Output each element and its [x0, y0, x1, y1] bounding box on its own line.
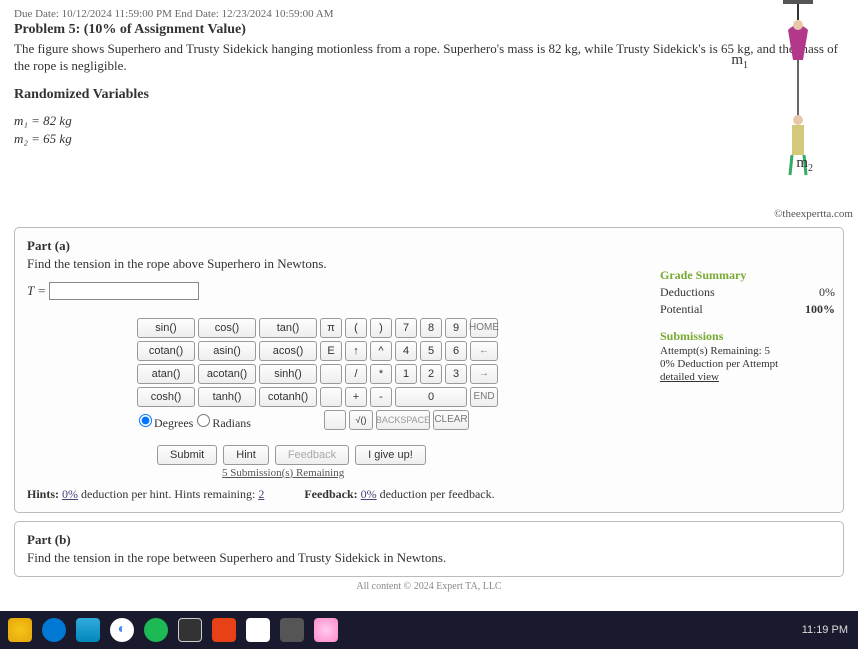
part-a-panel: Part (a) Find the tension in the rope ab…	[14, 227, 844, 513]
hanging-figure-svg	[768, 0, 828, 210]
const-b3[interactable]	[324, 410, 346, 430]
const-lp[interactable]: (	[345, 318, 367, 338]
taskbar-icon-2[interactable]	[42, 618, 66, 642]
fn-tan[interactable]: tan()	[259, 318, 317, 338]
const-rp[interactable]: )	[370, 318, 392, 338]
taskbar-icon-1[interactable]	[8, 618, 32, 642]
figure-diagram: m1 m2 ©theexpertta.com	[728, 0, 848, 220]
op-clear[interactable]: CLEAR	[433, 410, 469, 430]
hint-count-link[interactable]: 2	[258, 487, 264, 501]
taskbar-icon-6[interactable]	[178, 618, 202, 642]
num-9[interactable]: 9	[445, 318, 467, 338]
potential-label: Potential	[660, 302, 703, 317]
fn-sinh[interactable]: sinh()	[259, 364, 317, 384]
feedback-button[interactable]: Feedback	[275, 445, 349, 465]
footer-copyright: All content © 2024 Expert TA, LLC	[14, 581, 844, 592]
potential-value: 100%	[805, 302, 835, 317]
taskbar-icon-9[interactable]	[280, 618, 304, 642]
taskbar-icon-7[interactable]	[212, 618, 236, 642]
taskbar-icon-10[interactable]	[314, 618, 338, 642]
const-pow[interactable]: ^	[370, 341, 392, 361]
const-sqrt[interactable]: √()	[349, 410, 373, 430]
randomized-heading: Randomized Variables	[14, 87, 844, 103]
num-4[interactable]: 4	[395, 341, 417, 361]
taskbar[interactable]: ◐ 11:19 PM	[0, 611, 858, 649]
part-a-label: Part (a)	[27, 238, 831, 254]
op-home[interactable]: HOME	[470, 318, 498, 338]
num-6[interactable]: 6	[445, 341, 467, 361]
fn-cotan[interactable]: cotan()	[137, 341, 195, 361]
grade-title: Grade Summary	[660, 268, 835, 283]
const-mul[interactable]: *	[370, 364, 392, 384]
submit-button[interactable]: Submit	[157, 445, 217, 465]
feedback-pct-link[interactable]: 0%	[361, 487, 377, 501]
const-up[interactable]: ↑	[345, 341, 367, 361]
hint-pct-link[interactable]: 0%	[62, 487, 78, 501]
fn-cotanh[interactable]: cotanh()	[259, 387, 317, 407]
fn-tanh[interactable]: tanh()	[198, 387, 256, 407]
answer-var: T =	[27, 283, 46, 298]
deductions-label: Deductions	[660, 285, 715, 300]
num-1[interactable]: 1	[395, 364, 417, 384]
fn-cos[interactable]: cos()	[198, 318, 256, 338]
const-b2[interactable]	[320, 387, 342, 407]
const-minus[interactable]: -	[370, 387, 392, 407]
const-e[interactable]: E	[320, 341, 342, 361]
giveup-button[interactable]: I give up!	[355, 445, 426, 465]
part-b-question: Find the tension in the rope between Sup…	[27, 550, 831, 566]
fn-acos[interactable]: acos()	[259, 341, 317, 361]
num-3[interactable]: 3	[445, 364, 467, 384]
assignment-dates: Due Date: 10/12/2024 11:59:00 PM End Dat…	[14, 8, 844, 20]
const-pi[interactable]: π	[320, 318, 342, 338]
problem-description: The figure shows Superhero and Trusty Si…	[14, 41, 844, 75]
detailed-view-link[interactable]: detailed view	[660, 371, 835, 383]
const-div[interactable]: /	[345, 364, 367, 384]
var-m1: m₁ = 82 kg	[14, 113, 844, 129]
problem-title: Problem 5: (10% of Assignment Value)	[14, 22, 844, 38]
mode-degrees[interactable]: Degrees	[139, 414, 193, 431]
const-plus[interactable]: +	[345, 387, 367, 407]
taskbar-chrome-icon[interactable]: ◐	[110, 618, 134, 642]
hints-info: Hints: 0% deduction per hint. Hints rema…	[27, 487, 264, 502]
answer-input[interactable]	[49, 282, 199, 300]
hint-button[interactable]: Hint	[223, 445, 269, 465]
fn-cosh[interactable]: cosh()	[137, 387, 195, 407]
taskbar-icon-8[interactable]	[246, 618, 270, 642]
part-b-panel: Part (b) Find the tension in the rope be…	[14, 521, 844, 577]
num-5[interactable]: 5	[420, 341, 442, 361]
grade-summary: Grade Summary Deductions 0% Potential 100%…	[660, 268, 835, 383]
taskbar-clock[interactable]: 11:19 PM	[802, 624, 848, 636]
label-m1: m1	[731, 52, 748, 71]
const-b1[interactable]	[320, 364, 342, 384]
attempts-remaining: Attempt(s) Remaining: 5	[660, 345, 835, 357]
num-7[interactable]: 7	[395, 318, 417, 338]
submissions-title: Submissions	[660, 329, 835, 344]
mode-radians[interactable]: Radians	[197, 414, 251, 431]
copyright-text: ©theexpertta.com	[774, 208, 853, 220]
op-end[interactable]: END	[470, 387, 498, 407]
fn-sin[interactable]: sin()	[137, 318, 195, 338]
fn-asin[interactable]: asin()	[198, 341, 256, 361]
submissions-remaining[interactable]: 5 Submission(s) Remaining	[222, 467, 831, 479]
feedback-info: Feedback: 0% deduction per feedback.	[304, 487, 494, 502]
fn-acotan[interactable]: acotan()	[198, 364, 256, 384]
num-0[interactable]: 0	[395, 387, 467, 407]
op-backspace[interactable]: BACKSPACE	[376, 410, 430, 430]
label-m2: m2	[796, 155, 813, 174]
deduction-per-attempt: 0% Deduction per Attempt	[660, 358, 835, 370]
op-right[interactable]: →	[470, 364, 498, 384]
fn-atan[interactable]: atan()	[137, 364, 195, 384]
num-8[interactable]: 8	[420, 318, 442, 338]
var-m2: m₂ = 65 kg	[14, 131, 844, 147]
part-b-label: Part (b)	[27, 532, 831, 548]
op-left[interactable]: ←	[470, 341, 498, 361]
deductions-value: 0%	[819, 285, 835, 300]
num-2[interactable]: 2	[420, 364, 442, 384]
taskbar-edge-icon[interactable]	[76, 618, 100, 642]
taskbar-spotify-icon[interactable]	[144, 618, 168, 642]
